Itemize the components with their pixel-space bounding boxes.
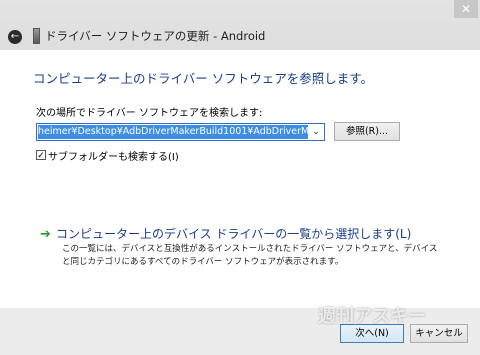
search-path-combobox[interactable]: heimer¥Desktop¥AdbDriverMakerBuild1001¥A… bbox=[36, 123, 325, 141]
pick-from-list-link[interactable]: コンピューター上のデバイス ドライバーの一覧から選択します(L) bbox=[56, 225, 411, 242]
include-subfolders-checkbox[interactable]: ✓ bbox=[36, 150, 46, 161]
page-heading: コンピューター上のドライバー ソフトウェアを参照します。 bbox=[33, 71, 373, 86]
search-path-label: 次の場所でドライバー ソフトウェアを検索します: bbox=[36, 108, 263, 119]
back-arrow-icon[interactable]: ← bbox=[8, 30, 22, 44]
window-title: ドライバー ソフトウェアの更新 - Android bbox=[45, 29, 266, 43]
device-icon bbox=[33, 28, 40, 44]
watermark: 週刊アスキー bbox=[318, 306, 426, 327]
include-subfolders-label[interactable]: サブフォルダーも検索する(I) bbox=[48, 148, 179, 163]
wizard-content bbox=[0, 50, 480, 308]
pick-from-list-description: この一覧には、デバイスと互換性があるインストールされたドライバー ソフトウェアと… bbox=[62, 244, 438, 267]
browse-button[interactable]: 参照(R)... bbox=[334, 122, 400, 141]
green-arrow-icon[interactable]: ➔ bbox=[40, 228, 51, 241]
close-icon[interactable]: ✕ bbox=[454, 0, 478, 18]
chevron-down-icon[interactable]: ⌄ bbox=[310, 124, 322, 140]
search-path-input[interactable]: heimer¥Desktop¥AdbDriverMakerBuild1001¥A… bbox=[38, 125, 308, 139]
